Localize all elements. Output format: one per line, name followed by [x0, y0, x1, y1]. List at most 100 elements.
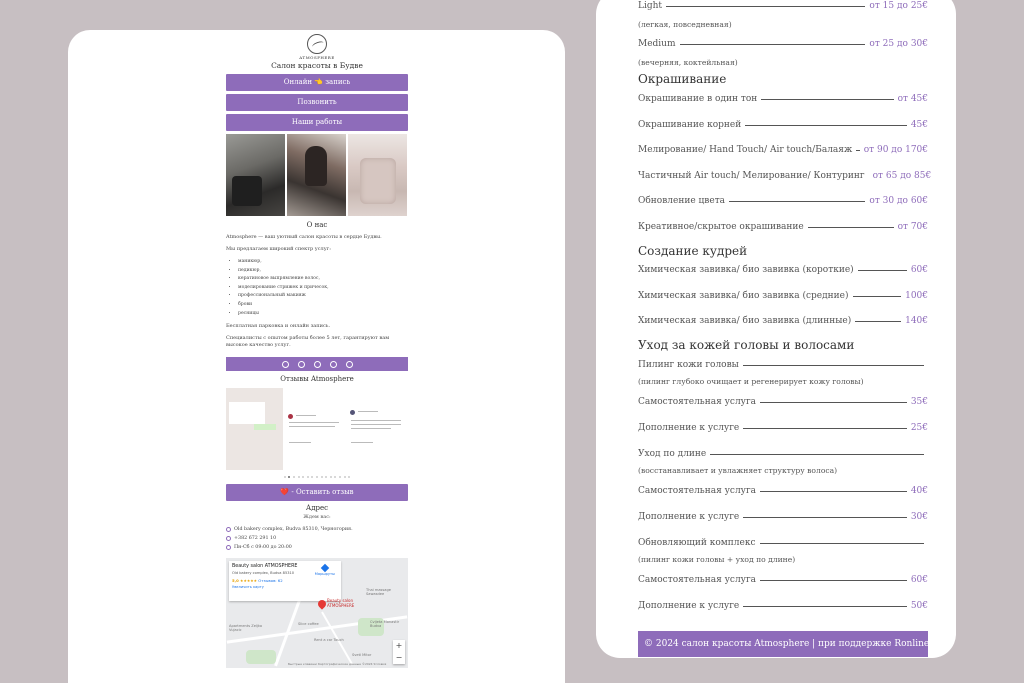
mobile-page-preview: ATMOSPHERE Салон красоты в Будве Онлайн …: [68, 30, 565, 683]
price-row: Дополнение к услуге 50€: [638, 601, 928, 611]
map-pin-label: Beauty salon ATMOSPHERE: [327, 598, 355, 608]
service-name: Дополнение к услуге: [638, 512, 740, 522]
review-card: [284, 388, 346, 471]
service-description: (пилинг кожи головы + уход по длине): [638, 555, 796, 564]
price-row: Окрашивание в один тон от 45€: [638, 94, 928, 104]
leader-line: [745, 124, 907, 126]
map-reviews-link[interactable]: Отзывов: 62: [258, 578, 282, 583]
salon-photo[interactable]: [348, 134, 407, 216]
phone-text[interactable]: +382 672 291 10: [234, 534, 276, 543]
list-item: брови: [238, 301, 408, 310]
service-price: 140€: [905, 316, 928, 326]
google-map[interactable]: Beauty salon ATMOSPHERE Old bakery compl…: [226, 558, 408, 669]
list-item: моделирование стрижек и причесок,: [238, 284, 408, 293]
map-rating: 5,0 ★★★★★ Отзывов: 62: [232, 578, 283, 584]
page-footer: © 2024 салон красоты Atmosphere | при по…: [638, 631, 937, 657]
route-icon: [320, 563, 330, 573]
zoom-in-icon[interactable]: +: [393, 640, 405, 652]
phone-icon: [226, 536, 231, 542]
service-price: 50€: [910, 601, 928, 611]
salon-photo[interactable]: [226, 134, 285, 216]
leader-line: [666, 5, 866, 7]
call-button[interactable]: Позвонить: [226, 94, 408, 111]
map-footer: Быстрые клавиши Картографические данные …: [288, 662, 387, 667]
service-price: от 90 до 170€: [863, 145, 928, 155]
service-name: Обновление цвета: [638, 196, 726, 206]
price-list-page: Light от 15 до 25€ (легкая, повседневная) M…: [596, 0, 956, 658]
leader-line: [807, 226, 894, 228]
phone-row[interactable]: +382 672 291 10: [226, 534, 408, 543]
salon-photo[interactable]: [287, 134, 346, 216]
service-price: 40€: [910, 486, 928, 496]
price-row: Пилинг кожи головы: [638, 360, 928, 370]
leader-line: [852, 295, 902, 297]
service-name: Окрашивание в один тон: [638, 94, 758, 104]
price-row: Обновление цвета от 30 до 60€: [638, 196, 928, 206]
list-item: педикюр,: [238, 267, 408, 276]
map-label: Cvijeta Monastir Budva: [370, 620, 400, 629]
leave-review-button[interactable]: ❤️ - Оставить отзыв: [226, 484, 408, 502]
leader-line: [742, 364, 924, 366]
price-row: Мелирование/ Hand Touch/ Air touch/Балая…: [638, 145, 928, 155]
address-text: Old bakery complex, Budva 85310, Черного…: [234, 527, 353, 533]
review-card: [347, 388, 408, 471]
price-row: Самостоятельная услуга 60€: [638, 575, 928, 585]
about-text: Мы предлагаем широкий спектр услуг:: [226, 246, 331, 252]
service-description: (вечерняя, коктейльная): [638, 58, 738, 67]
price-row: Дополнение к услуге 25€: [638, 423, 928, 433]
logo-text: ATMOSPHERE: [299, 55, 335, 60]
leader-line: [710, 453, 924, 455]
telegram-icon[interactable]: [313, 360, 321, 368]
map-label: Thai massage Sawasdee: [366, 588, 391, 597]
map-zoom-control[interactable]: + −: [393, 640, 405, 665]
price-row: Креативное/скрытое окрашивание от 70€: [638, 222, 928, 232]
map-enlarge-link[interactable]: Увеличить карту: [232, 585, 338, 589]
price-row: Обновляющий комплекс: [638, 538, 928, 548]
map-label: Slice coffee: [298, 622, 319, 627]
carousel-dots[interactable]: [226, 476, 408, 479]
whatsapp-icon[interactable]: [329, 360, 337, 368]
service-price: 25€: [910, 423, 928, 433]
service-price: от 25 до 30€: [869, 39, 928, 49]
leader-line: [760, 579, 907, 581]
price-row: Химическая завивка/ био завивка (длинные…: [638, 316, 928, 326]
leader-line: [856, 149, 860, 151]
price-row: Самостоятельная услуга 35€: [638, 397, 928, 407]
price-row: Окрашивание корней 45€: [638, 120, 928, 130]
leader-line: [743, 605, 907, 607]
list-item: маникюр,: [238, 258, 408, 267]
facebook-icon[interactable]: [297, 360, 305, 368]
section-heading: Уход за кожей головы и волосами: [638, 338, 855, 352]
price-row: Самостоятельная услуга 40€: [638, 486, 928, 496]
price-row: Дополнение к услуге 30€: [638, 512, 928, 522]
social-bar: [226, 357, 408, 372]
salon-title: Салон красоты в Будве: [271, 61, 363, 70]
zoom-out-icon[interactable]: −: [393, 652, 405, 664]
leader-line: [729, 200, 866, 202]
map-route-button[interactable]: Маршруты: [315, 563, 335, 576]
leader-line: [743, 516, 907, 518]
service-price: 100€: [905, 291, 928, 301]
review-card: [226, 388, 283, 471]
service-name: Химическая завивка/ био завивка (длинные…: [638, 316, 852, 326]
our-works-button[interactable]: Наши работы: [226, 114, 408, 131]
service-name: Обновляющий комплекс: [638, 538, 756, 548]
service-name: Частичный Air touch/ Мелирование/ Контур…: [638, 171, 865, 181]
service-name: Самостоятельная услуга: [638, 575, 757, 585]
online-booking-button[interactable]: Онлайн 👈 запись: [226, 74, 408, 91]
service-name: Креативное/скрытое окрашивание: [638, 222, 804, 232]
about-text: Специалисты с опытом работы более 5 лет,…: [226, 335, 390, 349]
address-subtitle: Ждем вас:: [303, 514, 331, 521]
service-name: Химическая завивка/ био завивка (средние…: [638, 291, 849, 301]
list-item: ресницы: [238, 310, 408, 319]
service-price: 60€: [910, 575, 928, 585]
reviews-carousel[interactable]: [226, 388, 408, 471]
clock-icon: [226, 545, 231, 551]
service-description: (легкая, повседневная): [638, 20, 732, 29]
map-label: Sveti Mitor: [352, 653, 372, 658]
leader-line: [679, 43, 866, 45]
leader-line: [855, 320, 902, 322]
about-title: О нас: [306, 221, 328, 229]
instagram-icon[interactable]: [281, 360, 289, 368]
viber-icon[interactable]: [345, 360, 353, 368]
